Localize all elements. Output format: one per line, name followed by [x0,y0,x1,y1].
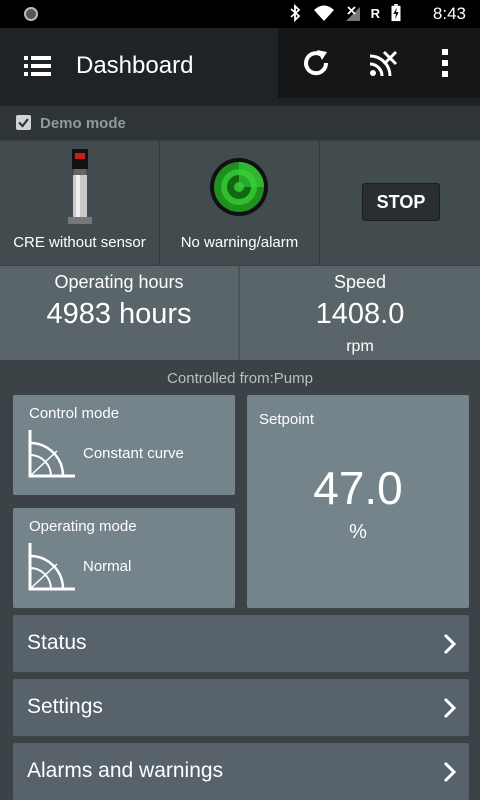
operating-mode-title: Operating mode [29,518,137,535]
operating-mode-card[interactable]: Operating mode Normal [13,508,235,608]
menu-icon[interactable] [24,55,51,77]
demo-mode-checkbox[interactable] [16,115,31,130]
roaming-indicator: R [370,5,380,21]
stop-button[interactable]: STOP [362,183,440,221]
battery-charging-icon [391,4,401,22]
alarm-status-label: No warning/alarm [180,234,299,251]
speed-unit: rpm [346,338,374,355]
bluetooth-icon [290,4,300,22]
no-signal-icon [345,6,360,21]
chevron-right-icon [443,633,457,655]
nav-item-label: Settings [27,695,103,718]
setpoint-value: 47.0 [313,462,403,514]
nav-item-status[interactable]: Status [13,615,469,672]
speed-value: 1408.0 [315,298,405,330]
app-bar-actions [278,28,480,98]
setpoint-card[interactable]: Setpoint 47.0 % [247,395,469,608]
refresh-icon[interactable] [299,46,333,80]
demo-mode-row[interactable]: Demo mode [0,106,480,140]
operating-mode-icon [28,543,75,591]
operating-hours-label: Operating hours [54,272,184,292]
status-bar: R 8:43 [0,0,480,28]
operating-hours-value: 4983 hours [46,298,192,330]
nav-item-alarms-and-warnings[interactable]: Alarms and warnings [13,743,469,800]
overflow-menu-icon[interactable] [430,46,460,80]
product-status-row: CRE without sensor No warning/alarm STOP [0,141,480,265]
control-mode-card[interactable]: Control mode Constant curve [13,395,235,495]
app-bar: Dashboard [0,28,480,106]
control-mode-value: Constant curve [83,445,184,462]
chevron-right-icon [443,761,457,783]
speed-label: Speed [333,272,387,292]
wifi-icon [313,5,334,21]
chevron-right-icon [443,697,457,719]
nav-item-label: Status [27,631,87,654]
stop-cell: STOP [320,141,480,265]
nav-item-settings[interactable]: Settings [13,679,469,736]
setpoint-title: Setpoint [259,411,315,428]
control-mode-title: Control mode [29,405,120,422]
page-title: Dashboard [76,52,194,79]
notification-icon [24,7,38,21]
operating-mode-value: Normal [83,558,132,575]
disconnect-icon[interactable] [366,46,400,80]
demo-mode-label: Demo mode [40,115,126,132]
operating-hours-panel: Operating hours 4983 hours [0,266,240,360]
pump-icon [68,149,92,224]
speed-panel: Speed 1408.0 rpm [240,266,480,360]
nav-item-label: Alarms and warnings [27,759,224,782]
product-name: CRE without sensor [13,234,146,251]
constant-curve-icon [28,430,75,478]
metrics-row: Operating hours 4983 hours Speed 1408.0 … [0,266,480,360]
check-icon [18,118,29,128]
clock: 8:43 [432,4,466,23]
alarm-status-cell[interactable]: No warning/alarm [160,141,320,265]
setpoint-unit: % [349,521,367,543]
status-ok-icon [210,158,268,216]
controlled-from-text: Controlled from:Pump [167,370,313,387]
product-cell[interactable]: CRE without sensor [0,141,160,265]
